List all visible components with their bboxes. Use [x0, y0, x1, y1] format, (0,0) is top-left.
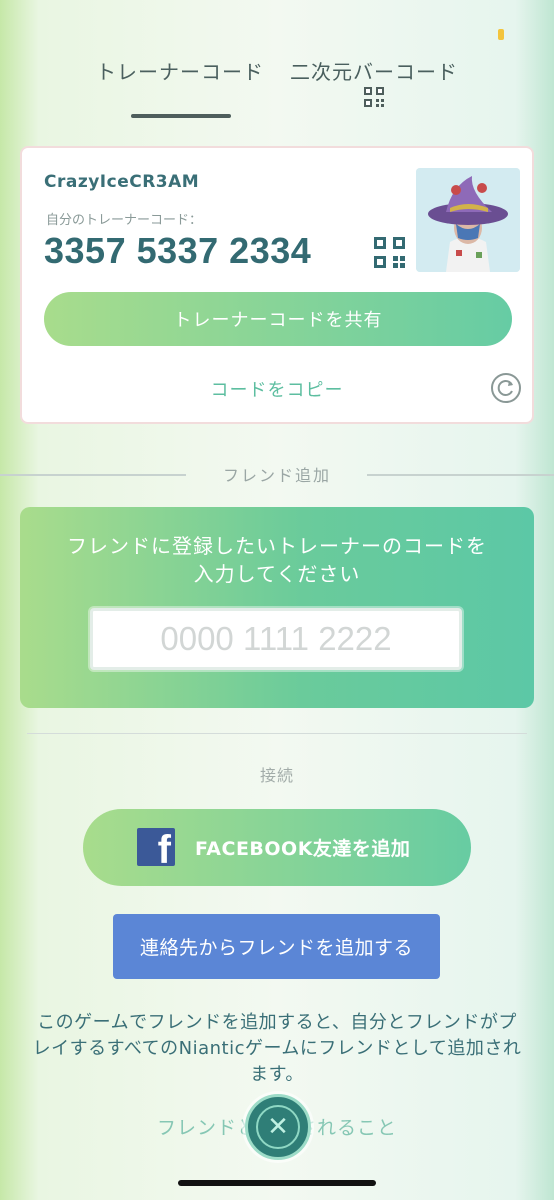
- copy-code-button[interactable]: コードをコピー: [22, 376, 532, 402]
- close-icon: ✕: [256, 1105, 300, 1149]
- niantic-friends-info: このゲームでフレンドを追加すると、自分とフレンドがプレイするすべてのNianti…: [32, 1012, 522, 1085]
- battery-indicator: [498, 29, 504, 40]
- tab-bar: トレーナーコード 二次元バーコード: [0, 56, 554, 126]
- trainer-card: CrazyIceCR3AM 自分のトレーナーコード： 3357 5337 233…: [20, 146, 534, 424]
- friend-add-instruction: フレンドに登録したいトレーナーのコードを入力してください: [67, 534, 487, 586]
- share-trainer-code-button[interactable]: トレーナーコードを共有: [44, 292, 512, 346]
- close-button[interactable]: ✕: [245, 1094, 311, 1160]
- friend-add-divider: フレンド追加: [0, 462, 554, 486]
- trainer-code: 3357 5337 2334: [44, 230, 312, 271]
- avatar-illustration: [416, 168, 520, 272]
- connect-section-label: 接続: [259, 766, 294, 785]
- friend-code-input[interactable]: 0000 1111 2222: [90, 608, 462, 670]
- qr-code-icon[interactable]: [374, 237, 405, 268]
- friend-add-panel: フレンドに登録したいトレーナーのコードを入力してください 0000 1111 2…: [20, 507, 534, 708]
- add-from-contacts-button[interactable]: 連絡先からフレンドを追加する: [113, 914, 440, 979]
- trainer-username: CrazyIceCR3AM: [44, 172, 200, 192]
- facebook-button-label: FACEBOOK友達を追加: [195, 838, 411, 860]
- divider-line: [27, 733, 527, 734]
- qr-code-icon[interactable]: [364, 87, 384, 107]
- trainer-code-label: 自分のトレーナーコード：: [46, 213, 203, 228]
- active-tab-indicator: [131, 114, 231, 118]
- refresh-icon[interactable]: [490, 372, 522, 404]
- trainer-avatar: [416, 168, 520, 272]
- add-facebook-friends-button[interactable]: f FACEBOOK友達を追加: [83, 809, 471, 886]
- friend-add-section-label: フレンド追加: [222, 466, 331, 485]
- tab-qr-code[interactable]: 二次元バーコード: [290, 56, 458, 85]
- facebook-icon: f: [137, 828, 175, 866]
- home-indicator[interactable]: [178, 1180, 376, 1186]
- tab-trainer-code[interactable]: トレーナーコード: [96, 56, 264, 85]
